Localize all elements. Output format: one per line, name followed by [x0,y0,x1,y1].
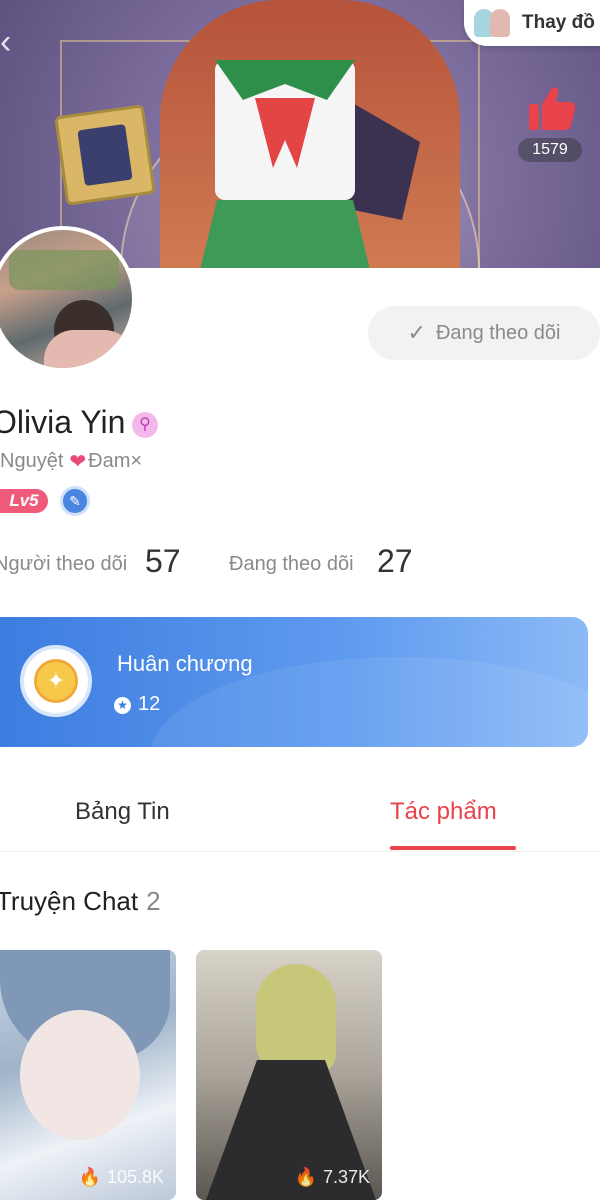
heart-icon: ❤ [69,451,87,473]
thumbs-up-icon[interactable] [526,84,576,134]
star-badge-icon: ★ [114,697,131,714]
avatar[interactable] [0,226,136,372]
level-badge: Lv5 [0,489,48,513]
medal-icon: ✦ [20,645,92,717]
flame-icon: 🔥 [294,1167,317,1187]
outfit-thumbnails-icon [474,7,514,39]
creator-badge-icon[interactable]: ✎ [60,486,90,516]
flame-icon: 🔥 [78,1167,101,1187]
checkmark-icon: ✓ [407,320,426,345]
section-title: Truyện Chat 2 [0,886,161,917]
followers-label[interactable]: Người theo dõi [0,553,127,576]
medal-count: 12 [138,693,161,715]
tab-works[interactable]: Tác phẩm [390,798,497,826]
medal-card[interactable]: ✦ Huân chương ★ 12 [0,617,588,747]
back-icon[interactable]: ‹ [0,22,14,62]
story-views: 🔥 105.8K [79,1167,164,1188]
change-outfit-label: Thay đồ [522,12,595,33]
following-count[interactable]: 27 [377,543,413,580]
follow-stats: Người theo dõi 57 Đang theo dõi 27 [0,543,600,587]
section-count: 2 [146,886,161,916]
tab-news-feed[interactable]: Bảng Tin [75,798,170,826]
story-card[interactable]: 🔥 7.37K [196,950,382,1200]
following-button-label: Đang theo dõi [435,321,561,344]
profile-name: Olivia Yin [0,404,126,440]
profile-tags: Nguyệt ❤ Đam× [0,449,142,474]
like-count: 1579 [518,138,582,162]
section-title-text: Truyện Chat [0,886,139,916]
profile-tabs: Bảng Tin Tác phẩm [0,780,600,852]
following-label[interactable]: Đang theo dõi [229,553,354,576]
following-button[interactable]: ✓ Đang theo dõi [368,306,600,360]
tag-right: Đam× [88,450,143,472]
followers-count[interactable]: 57 [145,543,181,580]
female-gender-icon: ⚲ [132,412,158,438]
change-outfit-button[interactable]: Thay đồ [464,0,600,46]
banner-book [54,104,156,206]
story-views-count: 105.8K [106,1167,164,1187]
medal-title: Huân chương [117,651,253,676]
story-card[interactable]: 🔥 105.8K [0,950,176,1200]
story-views: 🔥 7.37K [295,1167,370,1188]
story-views-count: 7.37K [322,1167,370,1187]
tag-left: Nguyệt [0,450,64,472]
banner-character-skirt [200,200,370,268]
active-tab-indicator [390,846,516,850]
